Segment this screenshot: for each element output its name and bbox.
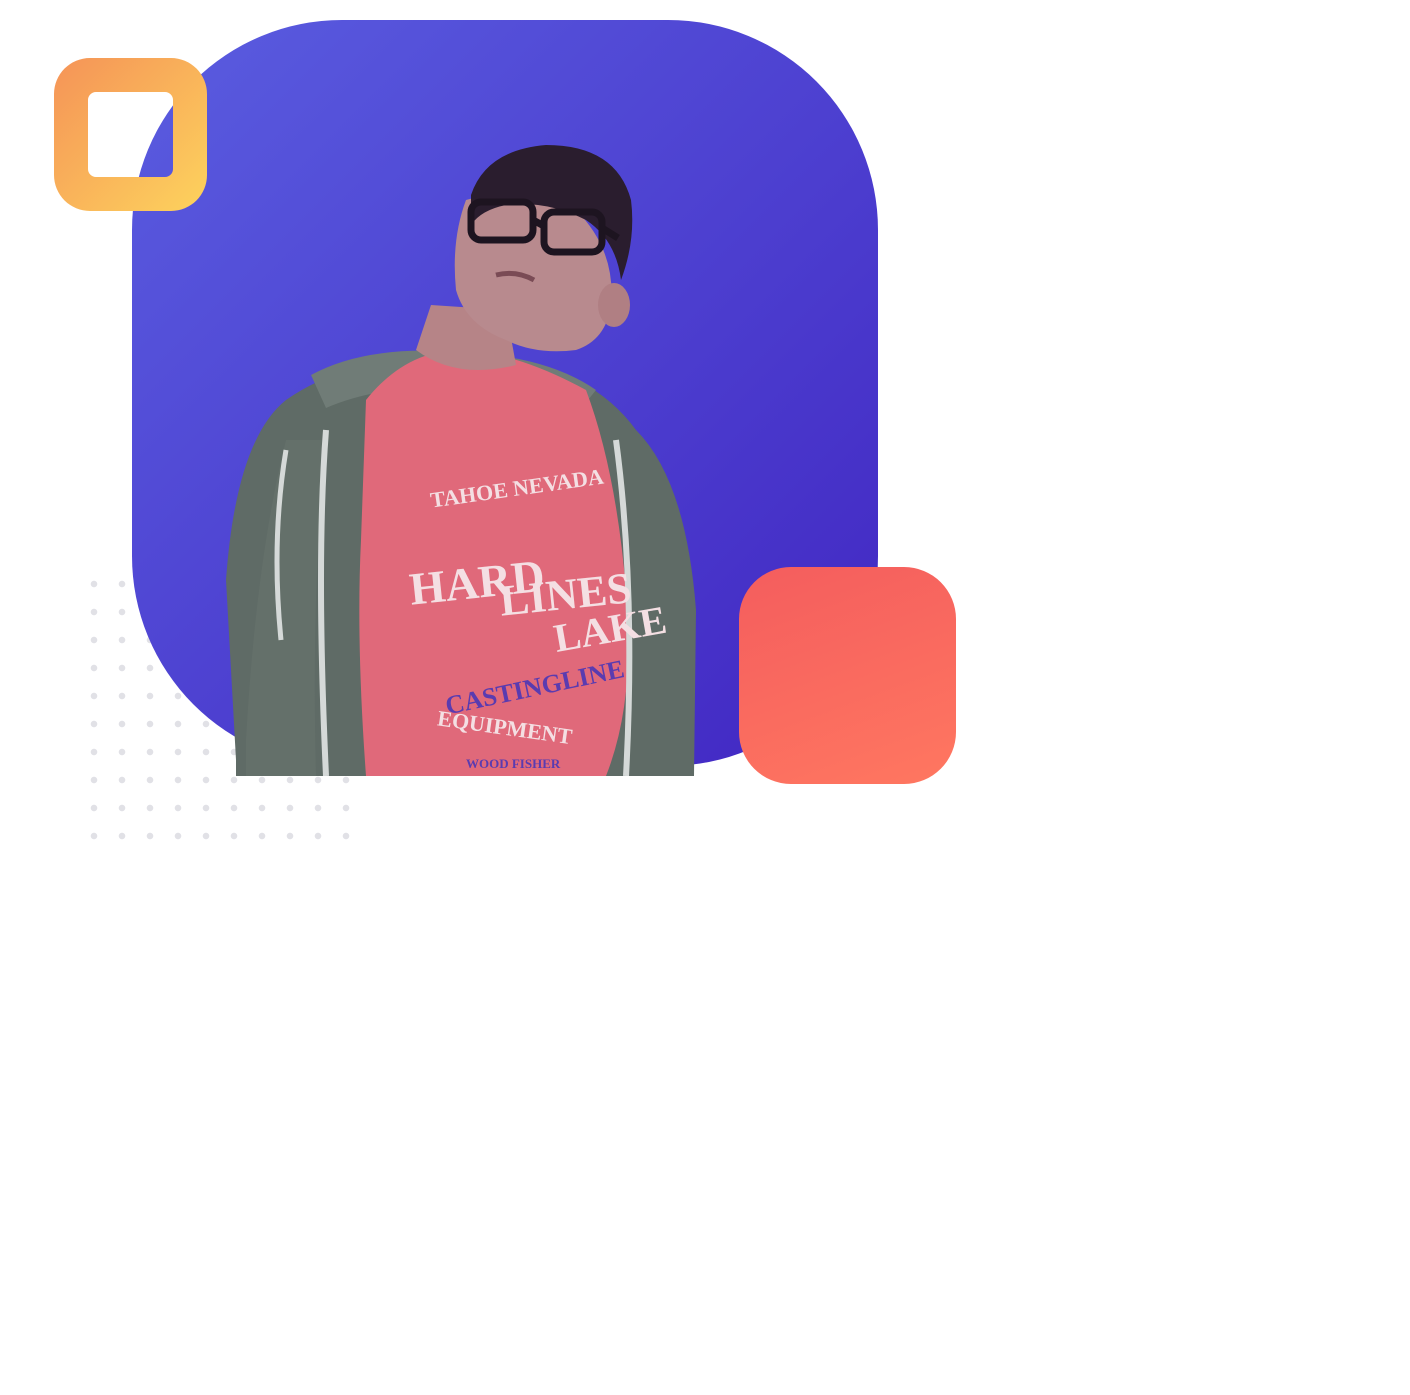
hero-illustration: TAHOE NEVADA HARD LINES LAKE CASTINGLINE… xyxy=(0,0,1410,1395)
rounded-square-outline-icon xyxy=(54,58,207,211)
profile-photo: TAHOE NEVADA HARD LINES LAKE CASTINGLINE… xyxy=(216,140,706,776)
coral-rounded-square-decoration xyxy=(739,567,956,784)
shirt-print-line7: WOOD FISHER xyxy=(466,756,561,771)
